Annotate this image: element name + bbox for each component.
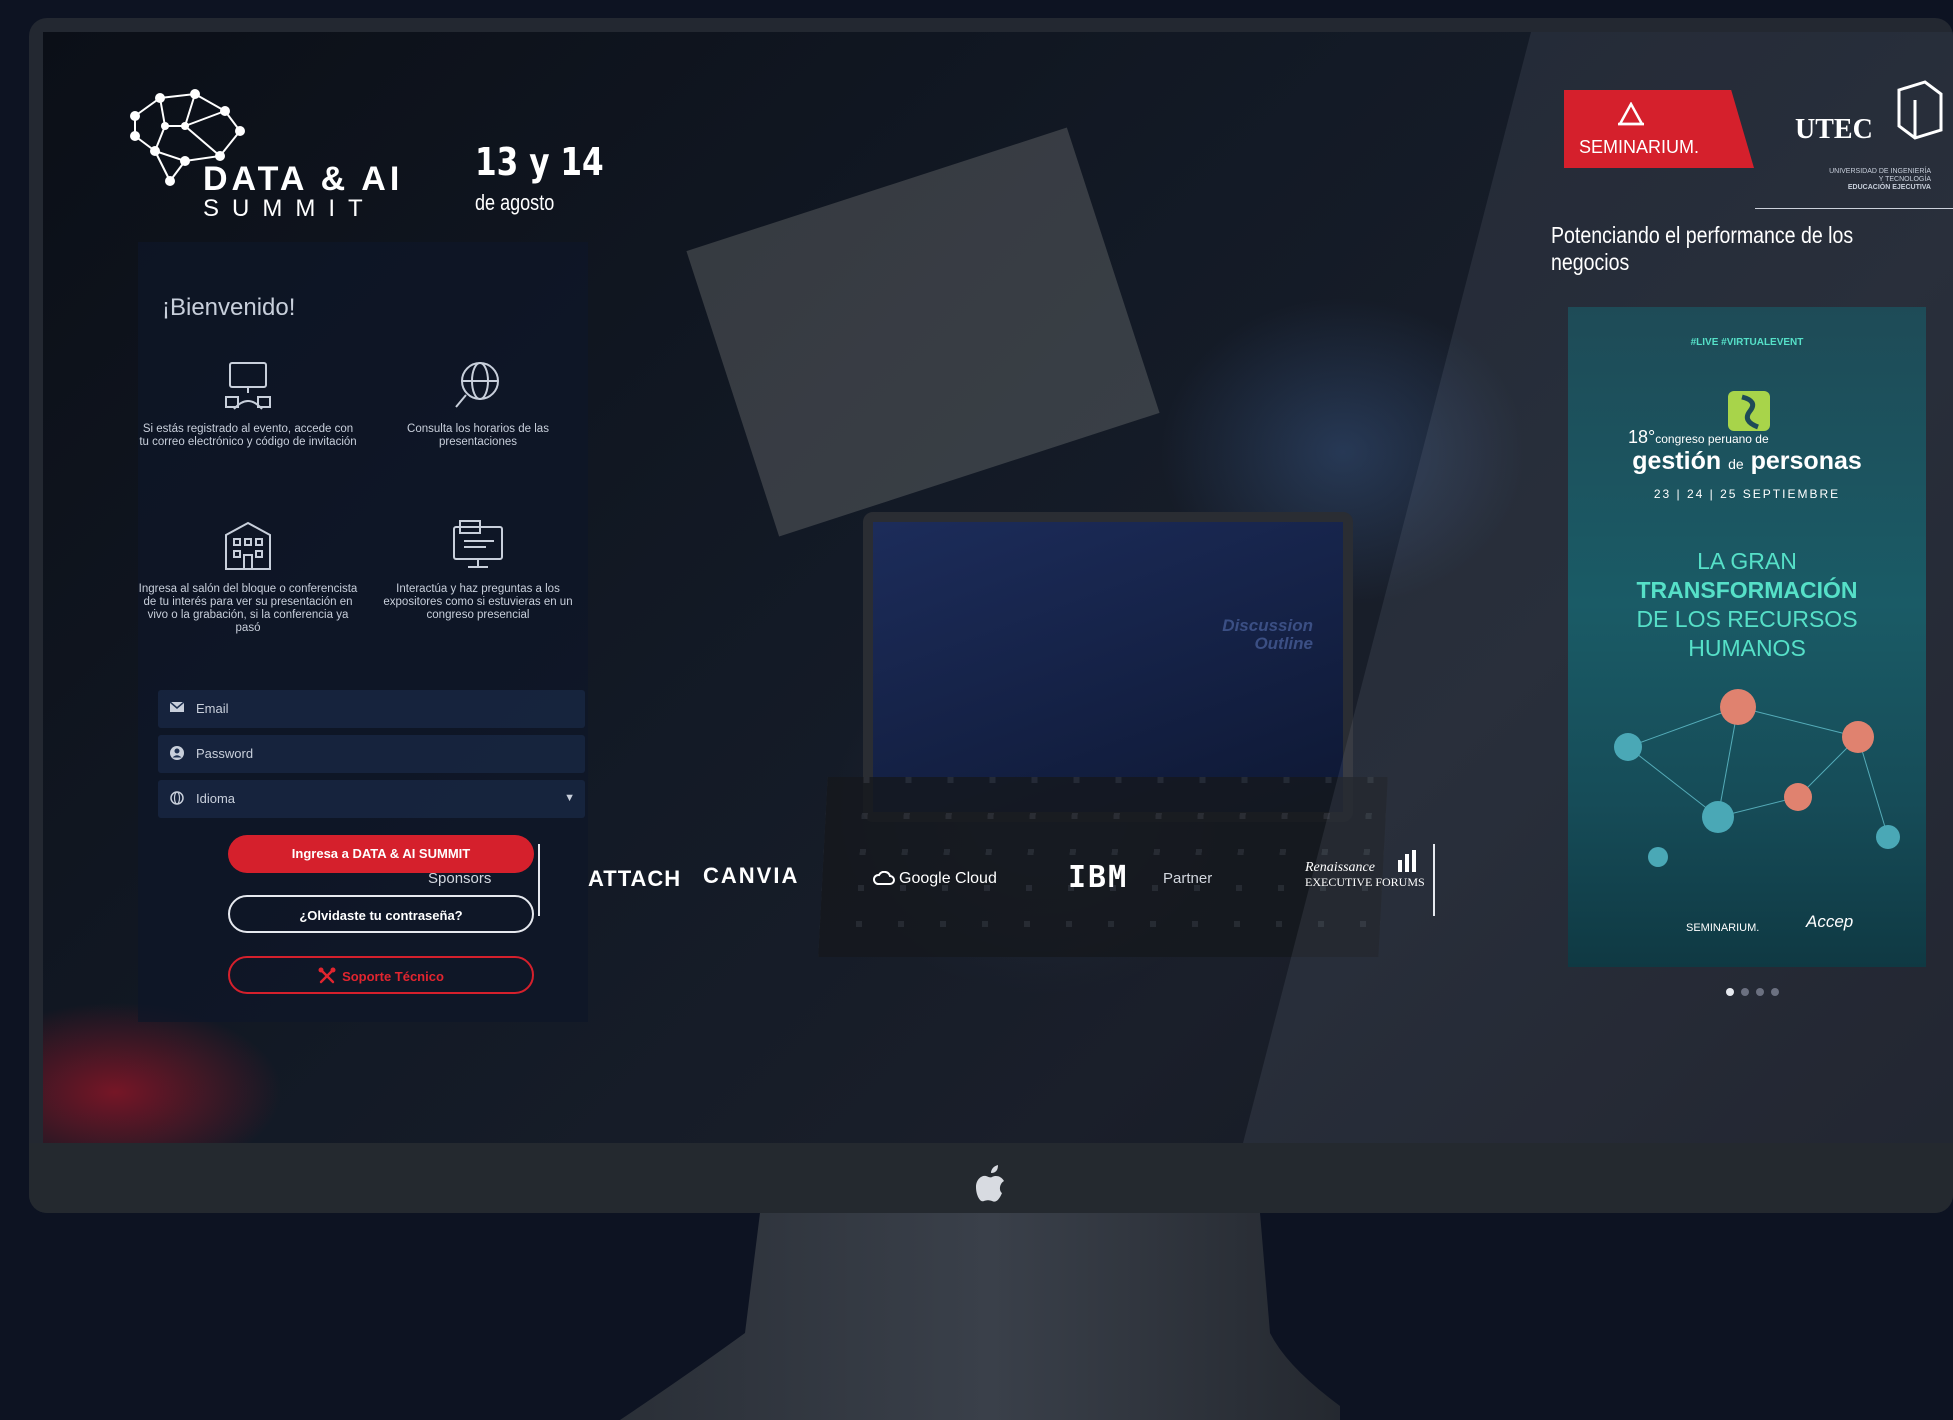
- banner-gestion: gestión: [1632, 447, 1722, 475]
- partner-label: Partner: [1163, 870, 1213, 887]
- screen: Discussion Outline DATA & AI SUMMIT 13 y…: [43, 32, 1953, 1143]
- banner-congreso: congreso peruano de: [1655, 432, 1769, 446]
- partner-divider: [1433, 844, 1435, 916]
- tech-support-button[interactable]: Soporte Técnico: [228, 956, 534, 994]
- red-keyboard-glow: [43, 1002, 283, 1143]
- sponsors-divider: [538, 844, 540, 916]
- partner-bars-icon: [1398, 850, 1416, 872]
- seminarium-arch-icon: [1618, 102, 1644, 126]
- feature-access: Si estás registrado al evento, accede co…: [138, 357, 358, 449]
- event-banner[interactable]: #LIVE #VIRTUALEVENT 18°congreso peruano …: [1568, 307, 1926, 967]
- headline-line4: HUMANOS: [1688, 635, 1806, 661]
- banner-accep: Accep: [1806, 912, 1854, 931]
- background-paper: [686, 127, 1160, 537]
- event-date-sub: de agosto: [475, 190, 555, 215]
- event-name-line2: SUMMIT: [203, 195, 376, 222]
- feature-interact-text: Interactúa y haz preguntas a los exposit…: [383, 583, 573, 621]
- congress-title: gestión de personas: [1568, 447, 1926, 476]
- language-select[interactable]: Idioma ▼: [158, 780, 585, 818]
- envelope-icon: [170, 701, 184, 712]
- partner-logo-line2: EXECUTIVE FORUMS: [1305, 875, 1425, 889]
- sponsors-label: Sponsors: [428, 870, 492, 887]
- banner-personas: personas: [1750, 447, 1862, 475]
- tagline: Potenciando el performance de los negoci…: [1551, 222, 1854, 275]
- carousel-dots: [1726, 983, 1786, 1001]
- globe-search-icon: [455, 362, 499, 408]
- tech-support-label: Soporte Técnico: [342, 969, 444, 984]
- carousel-dot[interactable]: [1771, 988, 1779, 996]
- laptop-text-line1: Discussion: [1222, 616, 1313, 635]
- utec-subtitle: UNIVERSIDAD DE INGENIERÍA Y TECNOLOGÍA E…: [1823, 168, 1931, 192]
- header-divider: [1755, 208, 1953, 209]
- carousel-dot[interactable]: [1741, 988, 1749, 996]
- sponsor-logo-ibm: IBM: [1068, 860, 1129, 895]
- banner-dates: 23 | 24 | 25 SEPTIEMBRE: [1653, 487, 1841, 501]
- feature-room-text: Ingresa al salón del bloque o conferenci…: [138, 583, 358, 634]
- google-cloud-label: Google Cloud: [899, 870, 997, 887]
- carousel-dot[interactable]: [1756, 988, 1764, 996]
- email-field[interactable]: Email: [158, 690, 585, 728]
- utec-university: UNIVERSIDAD DE INGENIERÍA Y TECNOLOGÍA: [1829, 168, 1931, 183]
- sponsor-logo-attach: ATTACH: [588, 866, 682, 891]
- welcome-heading: ¡Bienvenido!: [162, 294, 296, 321]
- banner-seminarium: SEMINARIUM.: [1686, 922, 1760, 934]
- banner-number: 18°: [1628, 427, 1656, 447]
- user-icon: [170, 746, 184, 760]
- email-placeholder: Email: [196, 701, 229, 716]
- password-field[interactable]: Password: [158, 735, 585, 773]
- utec-logo-icon: [1897, 80, 1943, 140]
- feature-schedule-text: Consulta los horarios de las presentacio…: [407, 423, 549, 448]
- banner-tags: #LIVE #VIRTUALEVENT: [1690, 337, 1804, 348]
- seminarium-label: SEMINARIUM.: [1579, 137, 1700, 157]
- feature-interact: Interactúa y haz preguntas a los exposit…: [368, 517, 588, 622]
- background-laptop-screen: Discussion Outline: [863, 512, 1353, 822]
- imac-stand: [620, 1213, 1340, 1420]
- laptop-screen-text: Discussion Outline: [1222, 617, 1313, 653]
- language-label: Idioma: [196, 791, 236, 806]
- event-date: 13 y 14: [475, 140, 604, 184]
- network-people-graphic: [1614, 689, 1900, 867]
- computer-user-icon: [225, 362, 271, 410]
- sponsor-logo-google-cloud: Google Cloud: [872, 870, 997, 888]
- chevron-down-icon: ▼: [564, 792, 575, 804]
- partner-logo-line1: Renaissance: [1305, 860, 1375, 875]
- login-submit-button[interactable]: Ingresa a DATA & AI SUMMIT: [228, 835, 534, 873]
- apple-logo-icon: [976, 1165, 1004, 1202]
- feature-schedule: Consulta los horarios de las presentacio…: [368, 357, 588, 449]
- building-icon: [225, 521, 271, 570]
- laptop-text-line2: Outline: [1254, 634, 1313, 653]
- carousel-dot[interactable]: [1726, 988, 1734, 996]
- login-panel: ¡Bienvenido! Si estás registrado al even…: [138, 242, 588, 1022]
- headline-line1: LA GRAN: [1697, 548, 1797, 574]
- event-name-line1: DATA & AI: [203, 160, 404, 198]
- feature-room: Ingresa al salón del bloque o conferenci…: [138, 517, 358, 635]
- forgot-password-button[interactable]: ¿Olvidaste tu contraseña?: [228, 895, 534, 933]
- headline-line2: TRANSFORMACIÓN: [1636, 577, 1858, 603]
- cloud-icon: [872, 870, 895, 885]
- imac-chin: [29, 1143, 1953, 1213]
- banner-headline: LA GRAN TRANSFORMACIÓN DE LOS RECURSOS H…: [1568, 547, 1926, 663]
- password-placeholder: Password: [196, 746, 254, 761]
- feature-access-text: Si estás registrado al evento, accede co…: [139, 423, 357, 448]
- imac-frame: Discussion Outline DATA & AI SUMMIT 13 y…: [29, 18, 1953, 1213]
- utec-label: UTEC: [1795, 114, 1873, 145]
- congress-number-line: 18°congreso peruano de: [1628, 427, 1769, 448]
- monitor-chat-icon: [453, 520, 503, 568]
- headline-line3: DE LOS RECURSOS: [1636, 606, 1858, 632]
- banner-de: de: [1728, 456, 1744, 472]
- sponsor-logo-canvia: CANVIA: [703, 863, 800, 888]
- utec-exec-education: EDUCACIÓN EJECUTIVA: [1847, 184, 1931, 191]
- globe-icon: [170, 791, 184, 805]
- tools-icon: [318, 967, 336, 984]
